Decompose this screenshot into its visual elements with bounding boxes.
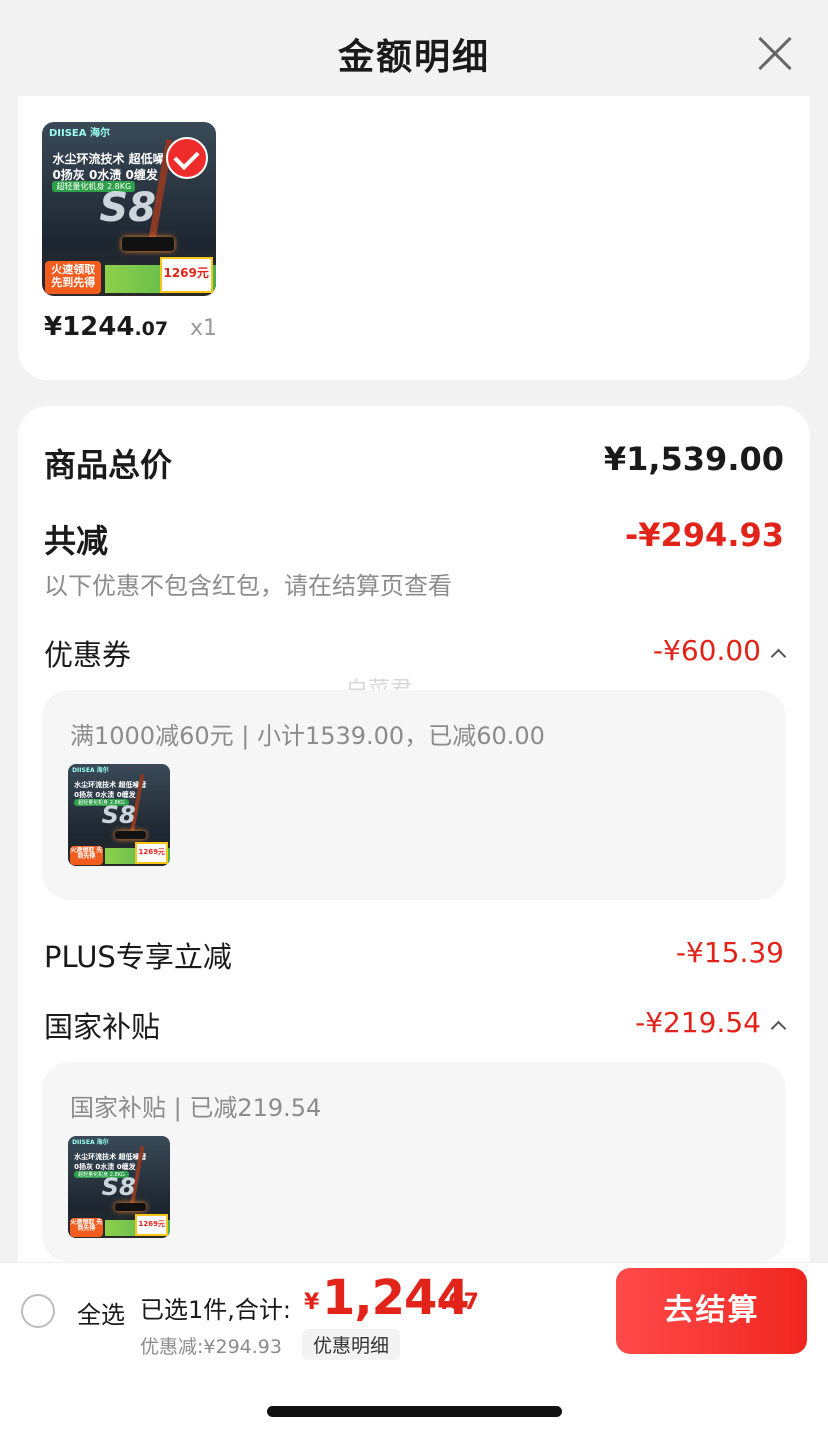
product-price-int: ¥1244 [44, 312, 135, 342]
subsidy-detail-text: 国家补贴 | 已减219.54 [70, 1094, 322, 1122]
total-currency: ¥ [304, 1290, 320, 1315]
product-quantity: x1 [190, 316, 218, 341]
promo-badge: 火速领取 先到先得 [70, 845, 103, 865]
chevron-up-icon [770, 1020, 787, 1037]
product-brand: DIISEA 海尔 [72, 1139, 109, 1147]
discount-detail-button[interactable]: 优惠明细 [302, 1329, 401, 1360]
plus-value: -¥15.39 [675, 936, 784, 969]
product-model: S8 [101, 1172, 136, 1201]
checkmark-icon[interactable] [166, 137, 208, 179]
total-reduce-label: 共减 [44, 522, 109, 560]
selected-info: 已选1件,合计: [140, 1296, 291, 1324]
subsidy-label: 国家补贴 [44, 1010, 161, 1044]
total-amount-decimal: .07 [440, 1290, 479, 1315]
product-brand: DIISEA 海尔 [72, 767, 109, 775]
product-model: S8 [99, 184, 157, 231]
promo-badge: 火速领取 先到先得 [45, 261, 102, 294]
product-model: S8 [101, 800, 136, 829]
coupon-label: 优惠券 [44, 638, 132, 672]
total-reduce-value: -¥294.93 [624, 516, 784, 554]
coupon-value: -¥60.00 [652, 634, 761, 667]
home-indicator[interactable] [267, 1406, 562, 1417]
subsidy-product-image[interactable]: DIISEA 海尔 水尘环流技术 超低噪音 0扬灰 0水渍 0缠发 超轻量化机身… [68, 1136, 170, 1238]
vacuum-head [114, 831, 146, 840]
page-title: 金额明细 [337, 37, 490, 78]
product-brand: DIISEA 海尔 [48, 127, 110, 139]
price-tag: 1269元 [135, 841, 168, 864]
vacuum-head [122, 236, 175, 251]
home-area [0, 1362, 828, 1434]
total-price-value: ¥1,539.00 [603, 440, 784, 478]
amount-detail-sheet: 金额明细 DIISEA 海尔 水尘环流技术 超低噪音 0扬灰 0水渍 0缠发 超… [0, 0, 828, 1434]
radio-icon[interactable] [21, 1294, 55, 1328]
coupon-toggle[interactable]: -¥60.00 [652, 634, 787, 667]
product-feature-1: 水尘环流技术 超低噪音 [52, 151, 177, 166]
vacuum-head [114, 1203, 146, 1212]
coupon-product-image[interactable]: DIISEA 海尔 水尘环流技术 超低噪音 0扬灰 0水渍 0缠发 超轻量化机身… [68, 764, 170, 866]
total-price-label: 商品总价 [44, 446, 173, 484]
product-price-dec: .07 [134, 318, 169, 340]
header: 金额明细 [0, 0, 828, 104]
plus-label: PLUS专享立减 [44, 940, 232, 974]
price-tag: 1269元 [159, 257, 213, 293]
select-all-label[interactable]: 全选 [77, 1295, 125, 1330]
product-feature-2: 0扬灰 0水渍 0缠发 [52, 167, 158, 182]
discount-summary: 优惠减:¥294.93 [140, 1336, 282, 1358]
product-price: ¥1244.07 [44, 312, 168, 342]
close-icon[interactable] [756, 34, 794, 72]
coupon-detail-text: 满1000减60元 | 小计1539.00，已减60.00 [70, 722, 545, 750]
reduce-note: 以下优惠不包含红包，请在结算页查看 [44, 572, 452, 600]
subsidy-toggle[interactable]: -¥219.54 [635, 1006, 787, 1039]
subsidy-value: -¥219.54 [635, 1006, 761, 1039]
chevron-up-icon [770, 648, 787, 665]
checkout-button[interactable]: 去结算 [616, 1268, 807, 1354]
promo-badge: 火速领取 先到先得 [70, 1217, 103, 1237]
price-tag: 1269元 [135, 1213, 168, 1236]
